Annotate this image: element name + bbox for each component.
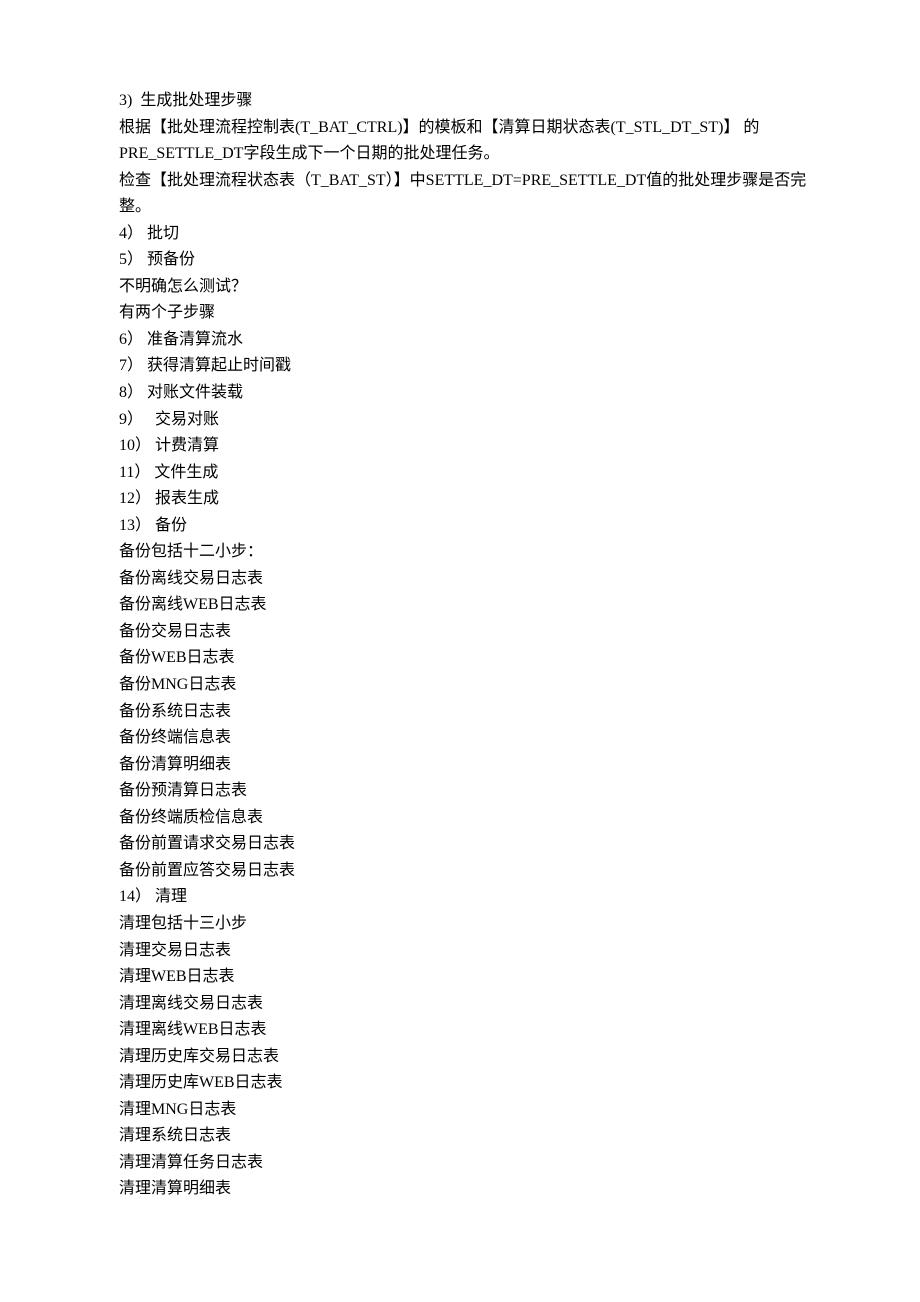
text-line: 清理历史库WEB日志表: [119, 1070, 809, 1097]
text-line: 清理包括十三小步: [119, 911, 809, 938]
text-line: 清理历史库交易日志表: [119, 1044, 809, 1071]
text-line: 清理清算明细表: [119, 1176, 809, 1203]
text-line: 清理离线WEB日志表: [119, 1017, 809, 1044]
text-line: 备份预清算日志表: [119, 778, 809, 805]
text-line: 10） 计费清算: [119, 433, 809, 460]
text-line: 清理系统日志表: [119, 1123, 809, 1150]
text-line: 备份前置请求交易日志表: [119, 831, 809, 858]
text-line: 清理交易日志表: [119, 938, 809, 965]
text-line: 备份清算明细表: [119, 752, 809, 779]
text-line: 检查【批处理流程状态表（T_BAT_ST）】中SETTLE_DT=PRE_SET…: [119, 168, 809, 221]
text-line: 备份MNG日志表: [119, 672, 809, 699]
text-line: 备份离线WEB日志表: [119, 592, 809, 619]
text-line: 不明确怎么测试？: [119, 274, 809, 301]
text-line: 清理MNG日志表: [119, 1097, 809, 1124]
text-line: 备份系统日志表: [119, 699, 809, 726]
text-line: 4） 批切: [119, 221, 809, 248]
text-line: 清理WEB日志表: [119, 964, 809, 991]
text-line: 14） 清理: [119, 884, 809, 911]
text-line: 有两个子步骤: [119, 300, 809, 327]
text-line: 根据【批处理流程控制表(T_BAT_CTRL)】的模板和【清算日期状态表(T_S…: [119, 115, 809, 168]
text-line: 7） 获得清算起止时间戳: [119, 353, 809, 380]
text-line: 备份终端质检信息表: [119, 805, 809, 832]
text-line: 12） 报表生成: [119, 486, 809, 513]
text-line: 清理清算任务日志表: [119, 1150, 809, 1177]
text-line: 备份前置应答交易日志表: [119, 858, 809, 885]
text-line: 备份交易日志表: [119, 619, 809, 646]
text-line: 13） 备份: [119, 513, 809, 540]
text-line: 备份离线交易日志表: [119, 566, 809, 593]
text-line: 清理离线交易日志表: [119, 991, 809, 1018]
text-line: 备份终端信息表: [119, 725, 809, 752]
text-line: 备份包括十二小步：: [119, 539, 809, 566]
text-line: 11） 文件生成: [119, 460, 809, 487]
text-line: 3) 生成批处理步骤: [119, 88, 809, 115]
text-line: 备份WEB日志表: [119, 645, 809, 672]
document-body: 3) 生成批处理步骤 根据【批处理流程控制表(T_BAT_CTRL)】的模板和【…: [119, 88, 809, 1203]
text-line: 6） 准备清算流水: [119, 327, 809, 354]
text-line: 8） 对账文件装载: [119, 380, 809, 407]
text-line: 9） 交易对账: [119, 407, 809, 434]
text-line: 5） 预备份: [119, 247, 809, 274]
